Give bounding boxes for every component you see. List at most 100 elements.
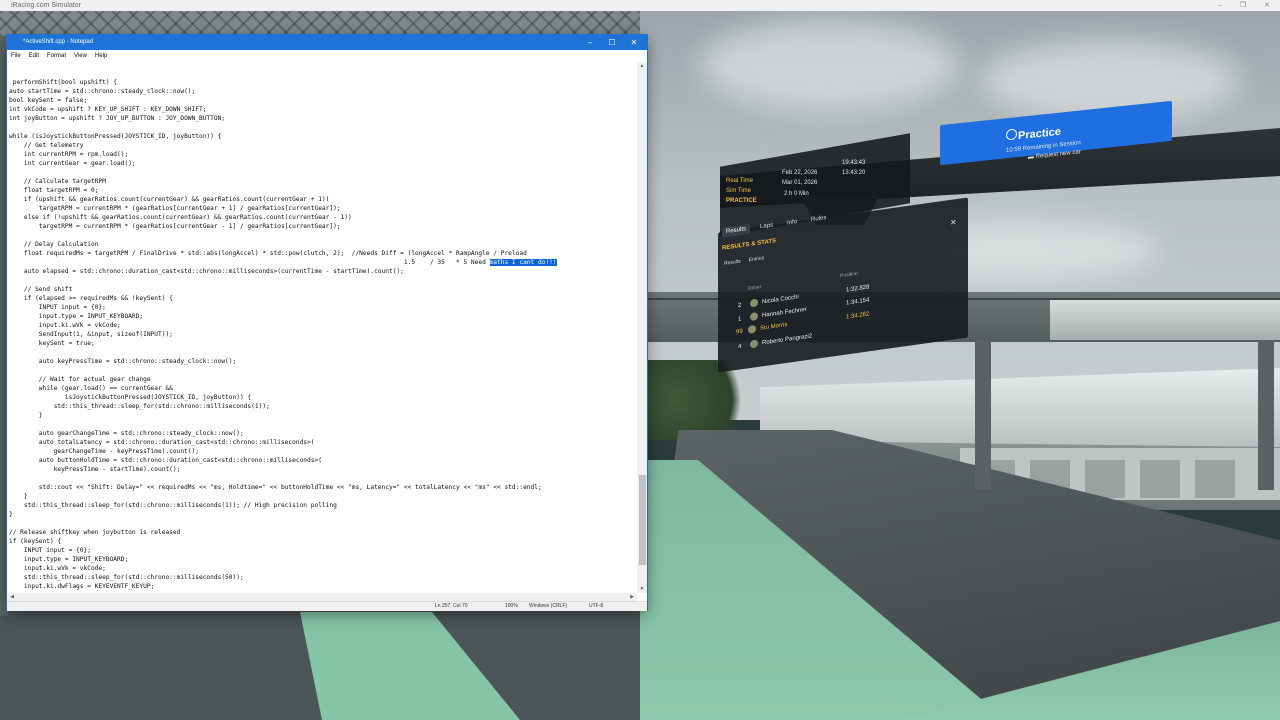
horizontal-scrollbar[interactable]: ◀ ▶ bbox=[7, 593, 637, 601]
selected-text[interactable]: maths I cant do!!! bbox=[489, 259, 557, 266]
bridge-pillar bbox=[975, 340, 991, 490]
code-line[interactable]: SendInput(1, &input, sizeof(INPUT)); bbox=[9, 330, 637, 339]
minimize-button[interactable]: – bbox=[579, 35, 601, 50]
code-line[interactable]: float requiredMs = targetRPM / FinalDriv… bbox=[9, 249, 637, 258]
status-line-ending: Windows (CRLF) bbox=[529, 603, 568, 609]
scroll-down-icon[interactable]: ▼ bbox=[637, 585, 647, 593]
code-line[interactable]: auto startTime = std::chrono::steady_clo… bbox=[9, 87, 637, 96]
result-pos: 4 bbox=[738, 343, 742, 350]
close-icon[interactable]: ✕ bbox=[950, 218, 957, 227]
code-line[interactable]: input.ki.dwFlags = KEYEVENTF_KEYUP; bbox=[9, 582, 637, 591]
code-line[interactable]: // Delay Calculation bbox=[9, 240, 637, 249]
notepad-window: *ActiveShift.cpp - Notepad – ☐ ✕ File Ed… bbox=[7, 35, 647, 611]
status-encoding: UTF-8 bbox=[589, 603, 604, 609]
host-maximize-button[interactable]: ❐ bbox=[1240, 0, 1246, 11]
code-line[interactable]: auto elapsed = std::chrono::duration_cas… bbox=[9, 267, 637, 276]
code-line[interactable] bbox=[9, 276, 637, 285]
text-editor[interactable]: performShift(bool upshift) {auto startTi… bbox=[7, 62, 637, 593]
menu-view[interactable]: View bbox=[70, 50, 91, 62]
host-minimize-button[interactable]: – bbox=[1218, 0, 1222, 11]
code-line[interactable]: } bbox=[9, 510, 637, 519]
trees bbox=[640, 360, 760, 440]
code-line[interactable] bbox=[9, 348, 637, 357]
code-line[interactable]: int currentRPM = rpm.load(); bbox=[9, 150, 637, 159]
code-line[interactable]: isJoystickButtonPressed(JOYSTICK_ID, joy… bbox=[9, 393, 637, 402]
code-line[interactable]: auto totalLatency = std::chrono::duratio… bbox=[9, 438, 637, 447]
scroll-left-icon[interactable]: ◀ bbox=[7, 593, 17, 601]
code-line[interactable]: // Release shiftkey when joybutton is re… bbox=[9, 528, 637, 537]
code-line[interactable]: bool keySent = false; bbox=[9, 96, 637, 105]
scroll-right-icon[interactable]: ▶ bbox=[627, 593, 637, 601]
code-line[interactable]: keySent = true; bbox=[9, 339, 637, 348]
code-line[interactable]: int currentGear = gear.load(); bbox=[9, 159, 637, 168]
code-line[interactable]: int vkCode = upshift ? KEY_UP_SHIFT : KE… bbox=[9, 105, 637, 114]
sim-time-clock: 13:43:20 bbox=[842, 170, 866, 176]
menu-file[interactable]: File bbox=[7, 50, 25, 62]
code-line[interactable]: while (gear.load() == currentGear && bbox=[9, 384, 637, 393]
code-line[interactable]: input.type = INPUT_KEYBOARD; bbox=[9, 312, 637, 321]
code-line[interactable]: if (elapsed >= requiredMs && !keySent) { bbox=[9, 294, 637, 303]
notepad-titlebar[interactable]: *ActiveShift.cpp - Notepad – ☐ ✕ bbox=[7, 35, 647, 50]
maximize-button[interactable]: ☐ bbox=[601, 35, 623, 50]
code-line[interactable]: } bbox=[9, 492, 637, 501]
menu-edit[interactable]: Edit bbox=[25, 50, 43, 62]
code-line[interactable] bbox=[9, 519, 637, 528]
code-line[interactable]: targetRPM = currentRPM * (gearRatios[cur… bbox=[9, 222, 637, 231]
code-line[interactable]: if (upshift && gearRatios.count(currentG… bbox=[9, 195, 637, 204]
code-line[interactable]: auto buttonHoldTime = std::chrono::durat… bbox=[9, 456, 637, 465]
real-time-clock: 19:43:43 bbox=[842, 160, 866, 166]
host-close-button[interactable]: ✕ bbox=[1264, 0, 1270, 11]
code-line[interactable]: while (isJoystickButtonPressed(JOYSTICK_… bbox=[9, 132, 637, 141]
result-pos: 1 bbox=[738, 315, 742, 323]
menu-bar: File Edit Format View Help bbox=[7, 50, 647, 62]
menu-help[interactable]: Help bbox=[91, 50, 111, 62]
code-line[interactable] bbox=[9, 123, 637, 132]
avatar bbox=[750, 339, 758, 349]
cloud bbox=[700, 20, 960, 110]
code-line[interactable] bbox=[9, 168, 637, 177]
code-line[interactable]: int joyButton = upshift ? JOY_UP_BUTTON … bbox=[9, 114, 637, 123]
code-line[interactable] bbox=[9, 474, 637, 483]
vertical-scrollbar[interactable]: ▲ ▼ bbox=[637, 62, 647, 593]
code-line[interactable]: // Get telemetry bbox=[9, 141, 637, 150]
code-line[interactable]: float targetRPM = 0; bbox=[9, 186, 637, 195]
code-line[interactable]: input.type = INPUT_KEYBOARD; bbox=[9, 555, 637, 564]
code-line[interactable]: targetRPM = currentRPM * (gearRatios[cur… bbox=[9, 204, 637, 213]
code-line[interactable]: input.ki.wVk = vkCode; bbox=[9, 321, 637, 330]
code-line[interactable]: std::this_thread::sleep_for(std::chrono:… bbox=[9, 402, 637, 411]
code-line[interactable]: input.ki.wVk = vkCode; bbox=[9, 564, 637, 573]
code-line[interactable] bbox=[9, 231, 637, 240]
sim-time-label: Sim Time bbox=[726, 188, 752, 194]
real-time-label: Real Time bbox=[726, 178, 754, 184]
code-line[interactable]: std::cout << "Shift: Delay=" << required… bbox=[9, 483, 637, 492]
scroll-up-icon[interactable]: ▲ bbox=[637, 62, 647, 70]
code-line[interactable]: INPUT input = {0}; bbox=[9, 546, 637, 555]
code-line[interactable]: } bbox=[9, 411, 637, 420]
code-line[interactable]: // Wait for actual gear change bbox=[9, 375, 637, 384]
code-line[interactable]: auto keyPressTime = std::chrono::steady_… bbox=[9, 357, 637, 366]
scrollbar-thumb[interactable] bbox=[639, 475, 646, 565]
real-time-date: Feb 22, 2026 bbox=[782, 170, 818, 176]
code-text[interactable]: performShift(bool upshift) {auto startTi… bbox=[7, 62, 637, 591]
code-line[interactable]: INPUT input = {0}; bbox=[9, 303, 637, 312]
code-line[interactable]: std::this_thread::sleep_for(std::chrono:… bbox=[9, 501, 637, 510]
code-line[interactable] bbox=[9, 366, 637, 375]
code-line[interactable]: gearChangeTime - keyPressTime).count(); bbox=[9, 447, 637, 456]
code-line[interactable]: keyPressTime - startTime).count(); bbox=[9, 465, 637, 474]
garage bbox=[1195, 460, 1235, 498]
notepad-title: *ActiveShift.cpp - Notepad bbox=[23, 39, 94, 45]
car-icon: ▬ bbox=[1028, 153, 1036, 161]
code-line[interactable]: // Send shift bbox=[9, 285, 637, 294]
code-line[interactable]: std::this_thread::sleep_for(std::chrono:… bbox=[9, 573, 637, 582]
code-line[interactable]: if (keySent) { bbox=[9, 537, 637, 546]
code-line[interactable]: performShift(bool upshift) { bbox=[9, 78, 637, 87]
close-button[interactable]: ✕ bbox=[623, 35, 645, 50]
code-line[interactable]: 1.5 / 35 * 5 Need maths I cant do!!! bbox=[9, 258, 637, 267]
code-line[interactable]: else if (!upshift && gearRatios.count(cu… bbox=[9, 213, 637, 222]
menu-format[interactable]: Format bbox=[43, 50, 70, 62]
code-line[interactable]: // Calculate targetRPM bbox=[9, 177, 637, 186]
status-bar: Ln 257, Col 70 100% Windows (CRLF) UTF-8 bbox=[7, 601, 647, 611]
code-line[interactable] bbox=[9, 420, 637, 429]
status-zoom: 100% bbox=[505, 603, 518, 609]
code-line[interactable]: auto gearChangeTime = std::chrono::stead… bbox=[9, 429, 637, 438]
